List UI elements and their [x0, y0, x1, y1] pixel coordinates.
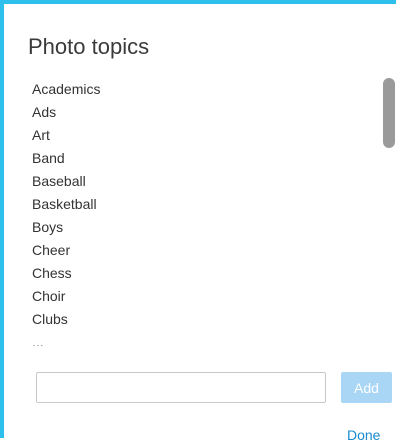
topic-item-clubs[interactable]: Clubs	[32, 308, 394, 331]
topic-list: Academics Ads Art Band Baseball Basketba…	[32, 78, 394, 346]
photo-topics-dialog: Photo topics Academics Ads Art Band Base…	[0, 0, 396, 443]
topic-item-chess[interactable]: Chess	[32, 262, 394, 285]
dialog-title: Photo topics	[28, 34, 150, 59]
add-topic-button[interactable]: Add	[341, 372, 392, 403]
topic-item-baseball[interactable]: Baseball	[32, 170, 394, 193]
done-link[interactable]: Done	[347, 427, 380, 443]
topic-item-band[interactable]: Band	[32, 147, 394, 170]
topic-item-art[interactable]: Art	[32, 124, 394, 147]
topic-item-ads[interactable]: Ads	[32, 101, 394, 124]
topic-item-partial[interactable]: ...	[32, 331, 394, 346]
topic-item-choir[interactable]: Choir	[32, 285, 394, 308]
topic-item-cheer[interactable]: Cheer	[32, 239, 394, 262]
topic-item-academics[interactable]: Academics	[32, 78, 394, 101]
topic-item-boys[interactable]: Boys	[32, 216, 394, 239]
topic-item-basketball[interactable]: Basketball	[32, 193, 394, 216]
new-topic-input[interactable]	[36, 372, 326, 403]
list-scrollbar-thumb[interactable]	[383, 78, 395, 148]
topic-list-container[interactable]: Academics Ads Art Band Baseball Basketba…	[32, 78, 394, 346]
